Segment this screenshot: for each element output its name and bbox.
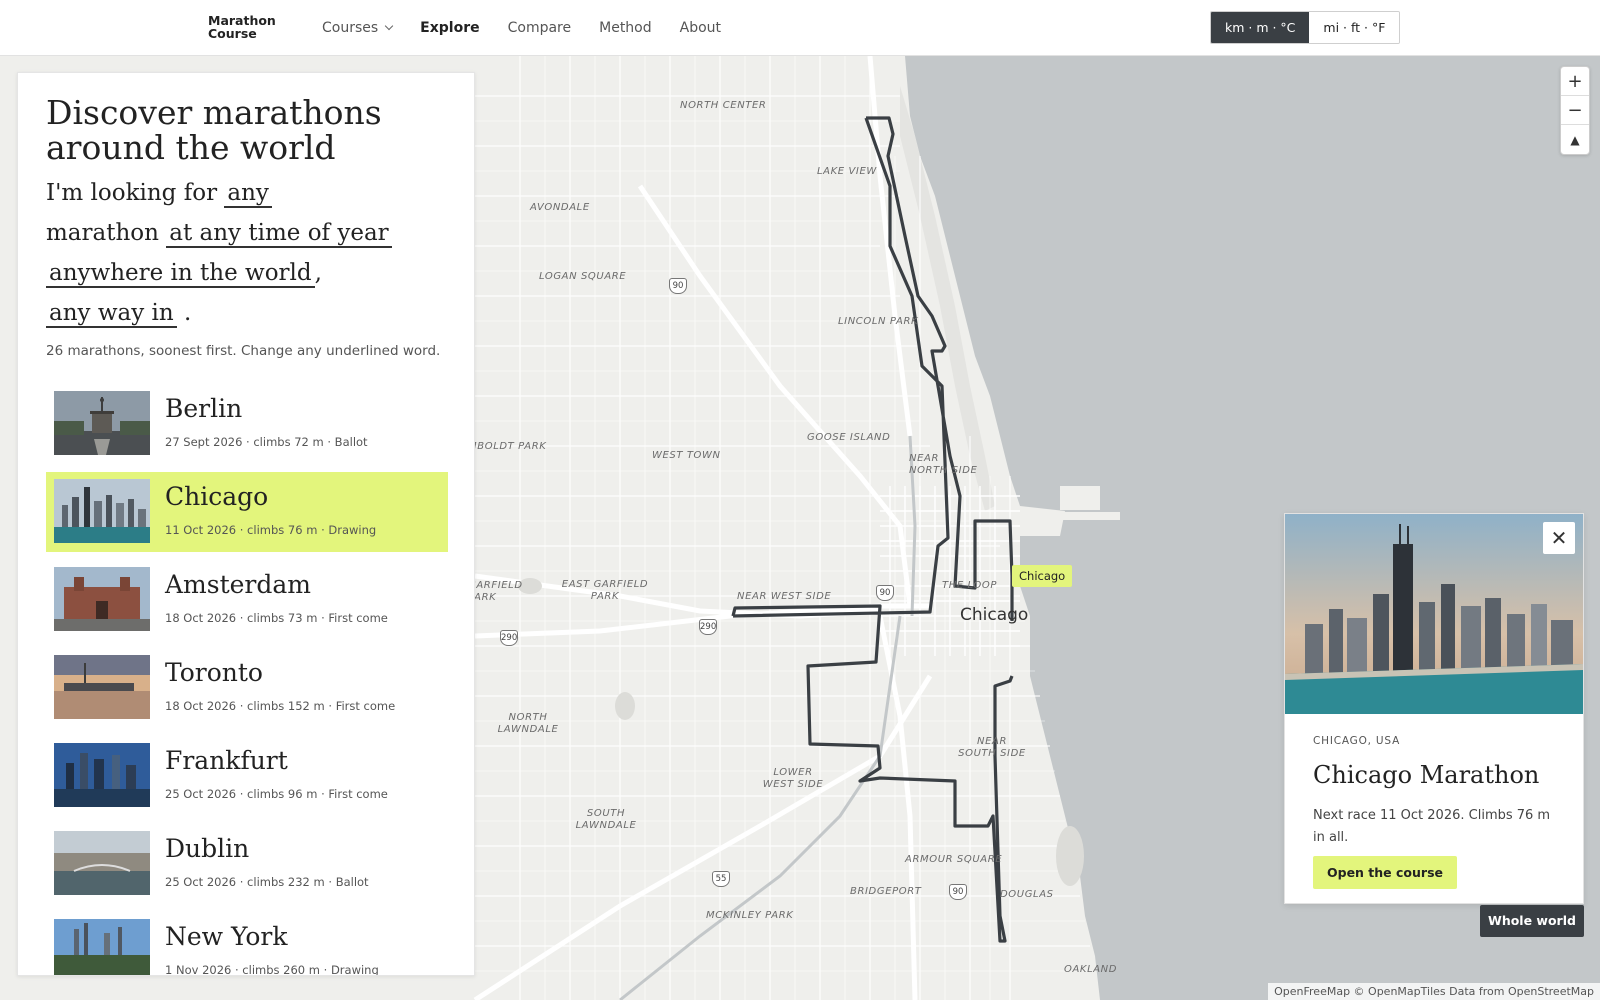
race-name: Amsterdam	[165, 570, 311, 599]
downtown-grid	[880, 486, 1020, 656]
map-label-north-lawndale: NORTH LAWNDALE	[497, 712, 559, 735]
highway-shield-icon: 90	[876, 585, 894, 601]
race-meta: 25 Oct 2026 · climbs 232 m · Ballot	[165, 875, 369, 889]
map-city-label: Chicago	[960, 605, 1029, 625]
map-label-near-west-side: NEAR WEST SIDE	[737, 591, 832, 602]
race-name: Toronto	[165, 658, 263, 687]
nav-courses-label: Courses	[322, 20, 379, 36]
unit-toggle: km · m · °C mi · ft · °F	[1210, 11, 1401, 44]
map-label-bridgeport: BRIDGEPORT	[850, 886, 922, 897]
highway-shield-icon: 55	[712, 871, 730, 887]
race-name: Frankfurt	[165, 746, 288, 775]
race-thumbnail	[54, 743, 150, 807]
race-list: Berlin 27 Sept 2026 · climbs 72 m · Ball…	[46, 384, 448, 976]
map-label-east-garfield-park: EAST GARFIELD PARK	[561, 579, 649, 602]
race-description: Next race 11 Oct 2026. Climbs 76 m in al…	[1313, 808, 1551, 845]
race-thumbnail	[54, 567, 150, 631]
chevron-down-icon	[384, 21, 394, 31]
race-hero-image	[1285, 514, 1583, 714]
map-zoom-controls: + − ▲	[1560, 66, 1590, 155]
close-card-button[interactable]: ✕	[1543, 522, 1575, 554]
nav-about[interactable]: About	[680, 20, 721, 36]
highway-shield-icon: 290	[699, 619, 717, 635]
race-row-toronto[interactable]: Toronto 18 Oct 2026 · climbs 152 m · Fir…	[46, 648, 448, 728]
race-location: CHICAGO, USA	[1313, 735, 1401, 747]
map-label-mckinley-park: MCKINLEY PARK	[706, 910, 794, 921]
nav-courses[interactable]: Courses	[322, 20, 394, 36]
map-label-west-town: WEST TOWN	[652, 450, 721, 461]
race-meta: 25 Oct 2026 · climbs 96 m · First come	[165, 787, 388, 801]
brand-logo[interactable]: Marathon Course	[208, 14, 288, 40]
race-name: Chicago	[165, 482, 269, 511]
main-nav: Courses Explore Compare Method About	[322, 0, 749, 56]
map-label-north-center: NORTH CENTER	[680, 100, 767, 111]
nav-method[interactable]: Method	[599, 20, 652, 36]
whole-world-button[interactable]: Whole world	[1480, 905, 1584, 937]
race-meta: 18 Oct 2026 · climbs 152 m · First come	[165, 699, 396, 713]
race-thumbnail	[54, 391, 150, 455]
map-label-avondale: AVONDALE	[530, 202, 590, 213]
map-label-near-north-side: NEAR NORTH SIDE	[909, 453, 978, 476]
race-title: Chicago Marathon	[1313, 761, 1540, 789]
map-label-goose-island: GOOSE ISLAND	[807, 432, 891, 443]
filter-type[interactable]: any	[224, 180, 272, 208]
map-label-douglas: DOUGLAS	[1000, 889, 1054, 900]
compass-reset-button[interactable]: ▲	[1561, 125, 1589, 154]
sentence-text: I'm looking for	[46, 180, 218, 206]
nav-compare[interactable]: Compare	[508, 20, 572, 36]
nav-explore[interactable]: Explore	[420, 20, 479, 36]
zoom-out-button[interactable]: −	[1561, 96, 1589, 125]
map-label-lake-view: LAKE VIEW	[817, 166, 877, 177]
highway-shield-icon: 90	[669, 278, 687, 294]
race-thumbnail	[54, 479, 150, 543]
open-course-button[interactable]: Open the course	[1313, 856, 1457, 889]
race-thumbnail	[54, 655, 150, 719]
race-row-frankfurt[interactable]: Frankfurt 25 Oct 2026 · climbs 96 m · Fi…	[46, 736, 448, 816]
unit-imperial-button[interactable]: mi · ft · °F	[1309, 12, 1400, 43]
map-attribution[interactable]: OpenFreeMap © OpenMapTiles Data from Ope…	[1268, 983, 1600, 1000]
race-row-dublin[interactable]: Dublin 25 Oct 2026 · climbs 232 m · Ball…	[46, 824, 448, 904]
highways	[473, 56, 933, 1000]
map-label-lincoln-park: LINCOLN PARK	[838, 316, 919, 327]
race-row-amsterdam[interactable]: Amsterdam 18 Oct 2026 · climbs 73 m · Fi…	[46, 560, 448, 640]
highway-shield-icon: 290	[500, 630, 518, 646]
filter-sentence: I'm looking for any marathon at any time…	[46, 173, 446, 333]
race-row-chicago[interactable]: Chicago 11 Oct 2026 · climbs 76 m · Draw…	[46, 472, 448, 552]
filter-entry[interactable]: any way in	[46, 300, 177, 328]
race-name: Berlin	[165, 394, 243, 423]
race-meta: 27 Sept 2026 · climbs 72 m · Ballot	[165, 435, 368, 449]
race-meta: 18 Oct 2026 · climbs 73 m · First come	[165, 611, 388, 625]
top-navigation-bar: Marathon Course Courses Explore Compare …	[0, 0, 1600, 56]
filter-place[interactable]: anywhere in the world	[46, 260, 315, 288]
map-label-logan-square: LOGAN SQUARE	[539, 271, 627, 282]
map-label-armour-square: ARMOUR SQUARE	[905, 854, 1003, 865]
map-label-lower-west-side: LOWER WEST SIDE	[762, 767, 824, 790]
map-label-oakland: OAKLAND	[1064, 964, 1118, 975]
race-thumbnail	[54, 831, 150, 895]
unit-metric-button[interactable]: km · m · °C	[1211, 12, 1310, 43]
sentence-text: ,	[314, 260, 322, 286]
race-name: Dublin	[165, 834, 250, 863]
filter-time[interactable]: at any time of year	[166, 220, 392, 248]
chicago-map-pin[interactable]: Chicago	[1012, 565, 1073, 587]
map-label-near-south-side: NEAR SOUTH SIDE	[958, 736, 1026, 759]
race-meta: 11 Oct 2026 · climbs 76 m · Drawing	[165, 523, 377, 537]
page-title: Discover marathons around the world	[46, 93, 382, 167]
zoom-in-button[interactable]: +	[1561, 67, 1589, 96]
discover-panel: Discover marathons around the world I'm …	[17, 72, 475, 976]
race-row-new-york[interactable]: New York 1 Nov 2026 · climbs 260 m · Dra…	[46, 912, 448, 976]
sentence-text: .	[184, 300, 192, 326]
race-thumbnail	[54, 919, 150, 975]
sentence-text: marathon	[46, 220, 159, 246]
race-row-berlin[interactable]: Berlin 27 Sept 2026 · climbs 72 m · Ball…	[46, 384, 448, 464]
race-detail-card: ✕ CHICAGO, USA Chicago Marathon Next rac…	[1284, 513, 1584, 904]
results-summary: 26 marathons, soonest first. Change any …	[46, 343, 441, 359]
map-label-south-lawndale: SOUTH LAWNDALE	[575, 808, 637, 831]
race-name: New York	[165, 922, 288, 951]
map-label-the-loop: THE LOOP	[942, 580, 997, 591]
highway-shield-icon: 90	[949, 884, 967, 900]
race-meta: 1 Nov 2026 · climbs 260 m · Drawing	[165, 963, 379, 976]
